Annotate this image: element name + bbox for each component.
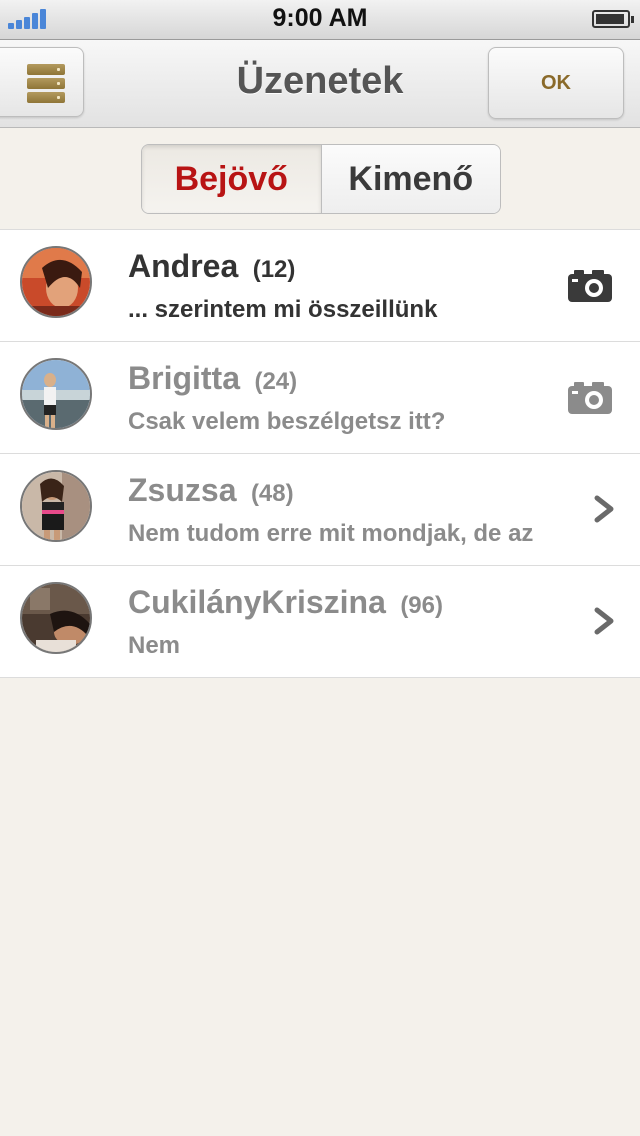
message-count: (48) (250, 480, 294, 507)
message-preview: Nem (128, 632, 181, 659)
chevron-right-icon[interactable] (592, 494, 618, 524)
contact-name: Brigitta (128, 360, 240, 396)
navigation-bar: Üzenetek OK (0, 40, 640, 128)
inbox-outbox-segmented-control: Bejövő Kimenő (141, 144, 501, 214)
message-preview: Nem tudom erre mit mondjak, de az (128, 520, 534, 547)
camera-icon[interactable] (568, 268, 612, 302)
message-preview: Csak velem beszélgetsz itt? (128, 408, 446, 435)
avatar (20, 470, 92, 542)
message-preview: ... szerintem mi összeillünk (128, 296, 438, 323)
ok-button[interactable]: OK (488, 47, 624, 119)
chevron-right-icon[interactable] (592, 606, 618, 636)
avatar (20, 246, 92, 318)
message-count: (12) (252, 256, 296, 283)
contact-name: Zsuzsa (128, 472, 237, 508)
contact-name: CukilányKriszina (128, 584, 386, 620)
list-item[interactable]: Zsuzsa (48) Nem tudom erre mit mondjak, … (0, 454, 640, 566)
tab-outbox[interactable]: Kimenő (321, 145, 500, 213)
message-list: Andrea (12) ... szerintem mi összeillünk (0, 229, 640, 678)
tab-inbox[interactable]: Bejövő (142, 145, 322, 213)
message-count: (96) (400, 592, 443, 619)
list-item[interactable]: Brigitta (24) Csak velem beszélgetsz itt… (0, 342, 640, 454)
status-time: 9:00 AM (272, 4, 368, 32)
message-count: (24) (254, 368, 298, 395)
list-item[interactable]: CukilányKriszina (96) Nem (0, 566, 640, 678)
avatar (20, 358, 92, 430)
status-bar: 9:00 AM (0, 0, 640, 40)
contact-name: Andrea (128, 248, 239, 284)
battery-icon (592, 10, 634, 28)
list-item[interactable]: Andrea (12) ... szerintem mi összeillünk (0, 230, 640, 342)
camera-icon[interactable] (568, 380, 612, 414)
avatar (20, 582, 92, 654)
